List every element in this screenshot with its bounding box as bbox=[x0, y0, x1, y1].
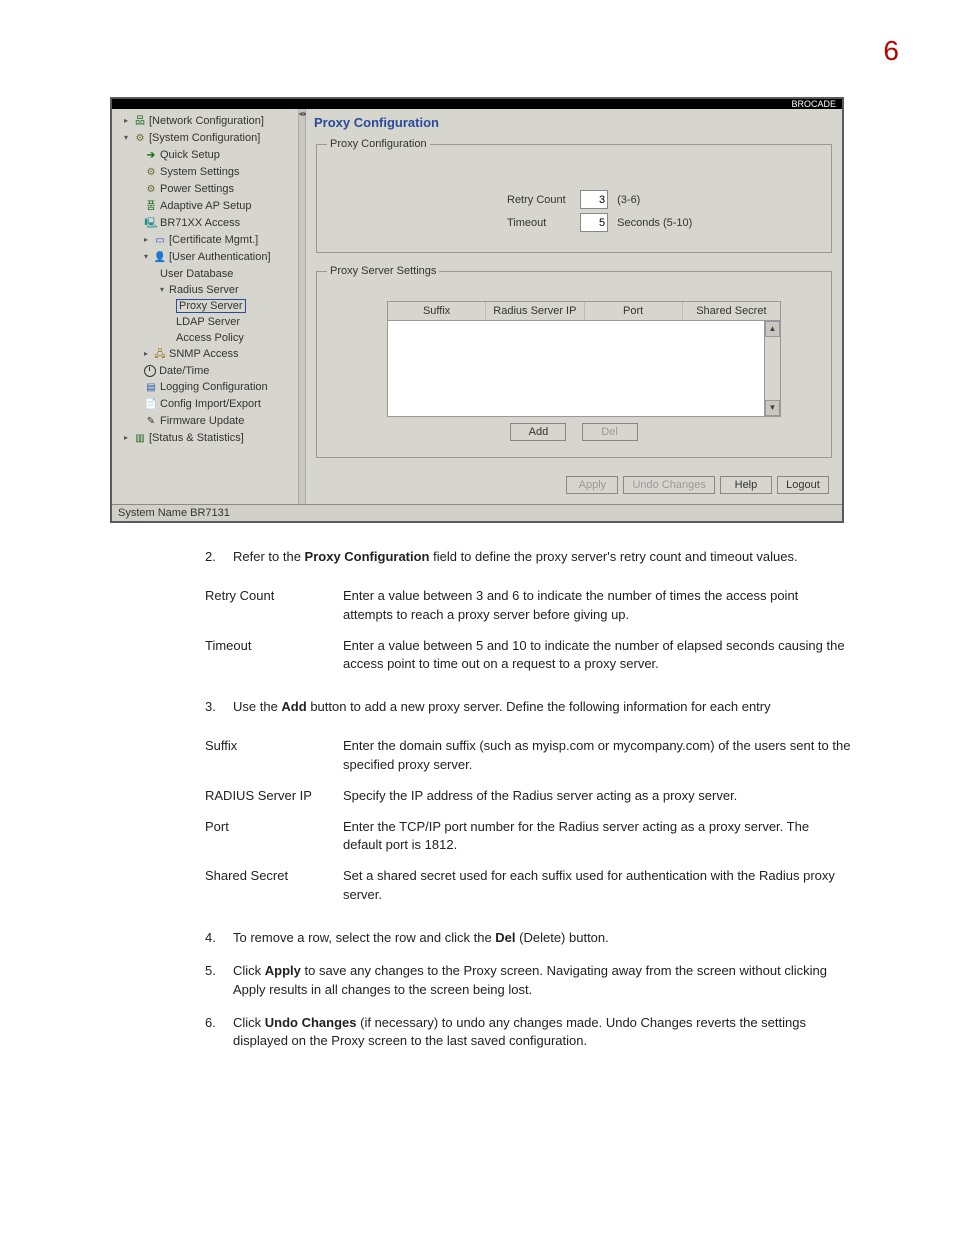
gears-icon: ⚙ bbox=[144, 165, 158, 181]
user-icon: 👤 bbox=[153, 250, 167, 266]
page-number: 6 bbox=[45, 35, 909, 67]
gears-icon: ⚙ bbox=[133, 131, 147, 147]
net-icon: 품 bbox=[144, 199, 158, 215]
def-term: Suffix bbox=[205, 731, 343, 781]
proxy-config-legend: Proxy Configuration bbox=[327, 138, 430, 150]
col-shared-secret[interactable]: Shared Secret bbox=[683, 302, 780, 320]
tree-quick-setup[interactable]: ➔Quick Setup bbox=[116, 147, 296, 164]
app-screenshot: BROCADE ▸品[Network Configuration] ▾⚙[Sys… bbox=[110, 97, 844, 523]
clock-icon bbox=[144, 365, 156, 377]
tree-power-settings[interactable]: ⚙Power Settings bbox=[116, 181, 296, 198]
tree-system-config[interactable]: ▾⚙[System Configuration] bbox=[116, 130, 296, 147]
col-radius-ip[interactable]: Radius Server IP bbox=[486, 302, 584, 320]
stats-icon: ▥ bbox=[133, 431, 147, 447]
step-2: 2. Refer to the Proxy Configuration fiel… bbox=[205, 548, 859, 567]
def-desc: Enter a value between 5 and 10 to indica… bbox=[343, 631, 859, 681]
network-icon: 品 bbox=[133, 114, 147, 130]
proxy-server-settings-group: Proxy Server Settings Suffix Radius Serv… bbox=[316, 265, 832, 458]
proxy-config-group: Proxy Configuration Retry Count (3-6) Ti… bbox=[316, 138, 832, 253]
retry-hint: (3-6) bbox=[617, 194, 640, 206]
tree-cert-mgmt[interactable]: ▸▭[Certificate Mgmt.] bbox=[116, 232, 296, 249]
tree-firmware[interactable]: ✎Firmware Update bbox=[116, 413, 296, 430]
def-term: Timeout bbox=[205, 631, 343, 681]
col-port[interactable]: Port bbox=[585, 302, 683, 320]
gears-icon: ⚙ bbox=[144, 182, 158, 198]
tree-system-settings[interactable]: ⚙System Settings bbox=[116, 164, 296, 181]
retry-count-label: Retry Count bbox=[507, 194, 577, 206]
scroll-up-icon[interactable]: ▲ bbox=[765, 321, 780, 337]
tree-access-policy[interactable]: Access Policy bbox=[116, 330, 296, 346]
tree-logging[interactable]: ▤Logging Configuration bbox=[116, 379, 296, 396]
del-button[interactable]: Del bbox=[582, 423, 638, 441]
tree-adaptive-ap[interactable]: 품Adaptive AP Setup bbox=[116, 198, 296, 215]
def-desc: Enter the domain suffix (such as myisp.c… bbox=[343, 731, 859, 781]
add-button[interactable]: Add bbox=[510, 423, 566, 441]
scroll-down-icon[interactable]: ▼ bbox=[765, 400, 780, 416]
tree-user-auth[interactable]: ▾👤[User Authentication] bbox=[116, 249, 296, 266]
tree-br71xx[interactable]: 🖳BR71XX Access bbox=[116, 215, 296, 232]
tree-proxy-server[interactable]: Proxy Server bbox=[116, 298, 296, 314]
tree-snmp[interactable]: ▸🖧SNMP Access bbox=[116, 346, 296, 363]
step-3: 3. Use the Add button to add a new proxy… bbox=[205, 698, 859, 717]
tree-datetime[interactable]: Date/Time bbox=[116, 363, 296, 379]
arrow-icon: ➔ bbox=[144, 148, 158, 164]
logout-button[interactable]: Logout bbox=[777, 476, 829, 494]
tree-network-config[interactable]: ▸品[Network Configuration] bbox=[116, 113, 296, 130]
def-term: Port bbox=[205, 812, 343, 862]
table-scrollbar[interactable]: ▲ ▼ bbox=[764, 321, 780, 416]
log-icon: ▤ bbox=[144, 380, 158, 396]
document-body: 2. Refer to the Proxy Configuration fiel… bbox=[205, 548, 859, 1051]
step-number: 4. bbox=[205, 929, 233, 948]
step-number: 6. bbox=[205, 1014, 233, 1052]
action-bar: Apply Undo Changes Help Logout bbox=[314, 470, 834, 498]
def-term: Retry Count bbox=[205, 581, 343, 631]
timeout-hint: Seconds (5-10) bbox=[617, 217, 692, 229]
tree-radius-server[interactable]: ▾Radius Server bbox=[116, 282, 296, 298]
step-number: 2. bbox=[205, 548, 233, 567]
cert-icon: ▭ bbox=[153, 233, 167, 249]
undo-changes-button[interactable]: Undo Changes bbox=[623, 476, 714, 494]
timeout-input[interactable] bbox=[580, 213, 608, 232]
proxy-table[interactable]: Suffix Radius Server IP Port Shared Secr… bbox=[387, 301, 781, 417]
tree-config-import-export[interactable]: 📄Config Import/Export bbox=[116, 396, 296, 413]
content-pane: Proxy Configuration Proxy Configuration … bbox=[306, 109, 842, 504]
col-suffix[interactable]: Suffix bbox=[388, 302, 486, 320]
tree-user-db[interactable]: User Database bbox=[116, 266, 296, 282]
help-button[interactable]: Help bbox=[720, 476, 772, 494]
definition-table-2: SuffixEnter the domain suffix (such as m… bbox=[205, 731, 859, 911]
snmp-icon: 🖧 bbox=[153, 347, 167, 363]
content-title: Proxy Configuration bbox=[314, 115, 834, 130]
retry-count-input[interactable] bbox=[580, 190, 608, 209]
step-number: 5. bbox=[205, 962, 233, 1000]
firmware-icon: ✎ bbox=[144, 414, 158, 430]
splitter[interactable] bbox=[298, 109, 306, 504]
step-5: 5. Click Apply to save any changes to th… bbox=[205, 962, 859, 1000]
def-term: RADIUS Server IP bbox=[205, 781, 343, 812]
brand-bar: BROCADE bbox=[112, 99, 842, 109]
nav-tree[interactable]: ▸品[Network Configuration] ▾⚙[System Conf… bbox=[112, 109, 298, 504]
import-export-icon: 📄 bbox=[144, 397, 158, 413]
device-icon: 🖳 bbox=[144, 216, 158, 232]
tree-status-stats[interactable]: ▸▥[Status & Statistics] bbox=[116, 430, 296, 447]
apply-button[interactable]: Apply bbox=[566, 476, 618, 494]
status-bar: System Name BR7131 bbox=[112, 504, 842, 521]
def-desc: Set a shared secret used for each suffix… bbox=[343, 861, 859, 911]
def-term: Shared Secret bbox=[205, 861, 343, 911]
step-number: 3. bbox=[205, 698, 233, 717]
step-6: 6. Click Undo Changes (if necessary) to … bbox=[205, 1014, 859, 1052]
tree-ldap-server[interactable]: LDAP Server bbox=[116, 314, 296, 330]
step-4: 4. To remove a row, select the row and c… bbox=[205, 929, 859, 948]
timeout-label: Timeout bbox=[507, 217, 577, 229]
proxy-server-legend: Proxy Server Settings bbox=[327, 265, 439, 277]
def-desc: Enter a value between 3 and 6 to indicat… bbox=[343, 581, 859, 631]
definition-table-1: Retry CountEnter a value between 3 and 6… bbox=[205, 581, 859, 680]
def-desc: Specify the IP address of the Radius ser… bbox=[343, 781, 859, 812]
def-desc: Enter the TCP/IP port number for the Rad… bbox=[343, 812, 859, 862]
